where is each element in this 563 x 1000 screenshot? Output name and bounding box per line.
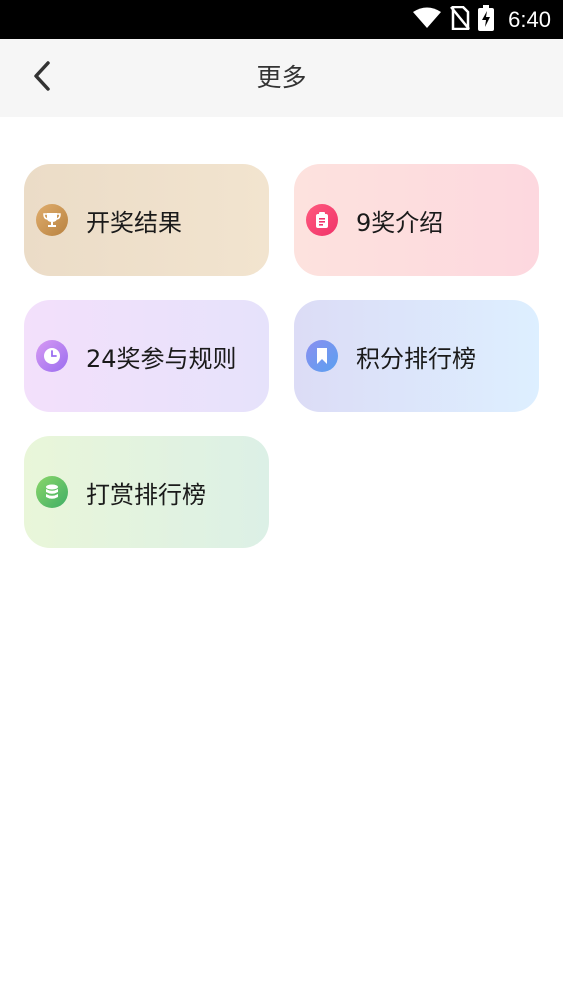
wifi-icon — [412, 7, 442, 33]
menu-item-draw-results[interactable]: 开奖结果 — [24, 164, 269, 276]
navigation-bar: 更多 — [0, 39, 563, 117]
battery-charging-icon — [478, 4, 495, 35]
status-bar: 6:40 — [0, 0, 563, 39]
trophy-icon — [36, 204, 68, 236]
menu-item-24-prize-rules[interactable]: 24奖参与规则 — [24, 300, 269, 412]
menu-item-label: 24奖参与规则 — [86, 344, 237, 373]
no-sim-icon — [450, 5, 471, 34]
bookmark-icon — [306, 340, 338, 372]
menu-item-label: 9奖介绍 — [356, 208, 444, 237]
menu-item-9-prize-intro[interactable]: 9奖介绍 — [294, 164, 539, 276]
menu-item-tipping-leaderboard[interactable]: 打赏排行榜 — [24, 436, 269, 548]
menu-item-label: 积分排行榜 — [356, 344, 476, 373]
database-icon — [36, 476, 68, 508]
status-icons: 6:40 — [412, 0, 551, 39]
clock-icon — [36, 340, 68, 372]
page-title: 更多 — [256, 63, 307, 92]
menu-item-label: 开奖结果 — [86, 208, 182, 237]
menu-item-points-leaderboard[interactable]: 积分排行榜 — [294, 300, 539, 412]
status-time: 6:40 — [508, 6, 551, 32]
menu-item-label: 打赏排行榜 — [86, 480, 206, 509]
clipboard-icon — [306, 204, 338, 236]
